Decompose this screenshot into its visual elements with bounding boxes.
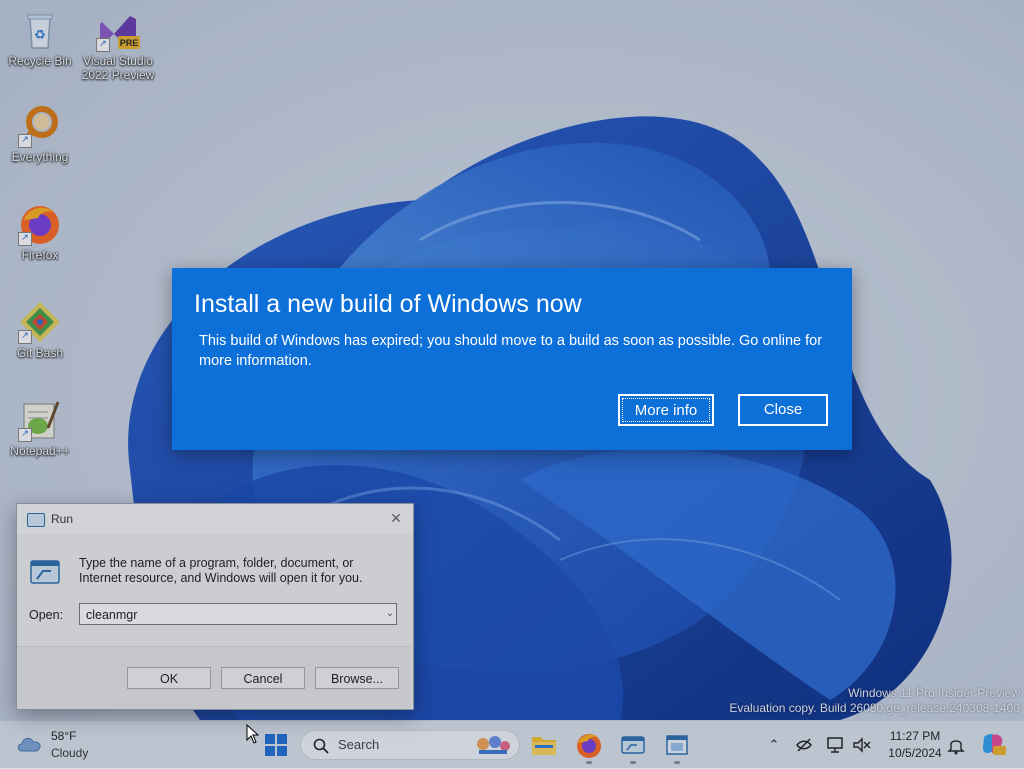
dialog-message: This build of Windows has expired; you s… — [199, 333, 823, 369]
more-info-button[interactable]: More info — [618, 394, 714, 426]
more-info-label: More info — [622, 398, 710, 422]
install-build-dialog: Install a new build of Windows now This … — [172, 268, 852, 450]
dialog-title: Install a new build of Windows now — [194, 290, 582, 318]
close-button[interactable]: Close — [738, 394, 828, 426]
mouse-cursor-icon — [246, 724, 260, 744]
